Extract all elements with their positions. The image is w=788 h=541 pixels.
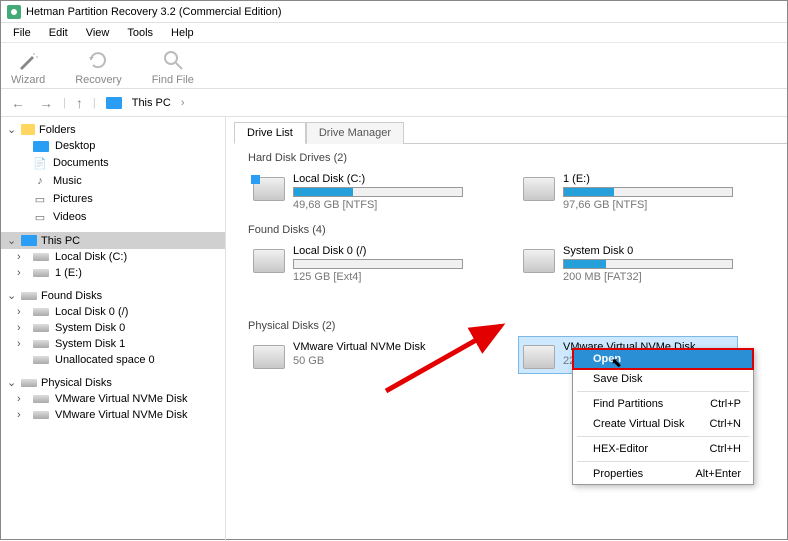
- sidebar-item-documents[interactable]: 📄Documents: [1, 154, 225, 172]
- sidebar-item-videos[interactable]: ▭Videos: [1, 208, 225, 226]
- thispc-header[interactable]: ⌄This PC: [1, 232, 225, 249]
- disk-icon: [33, 253, 49, 261]
- pc-icon: [21, 235, 37, 246]
- menu-help[interactable]: Help: [163, 25, 202, 41]
- sidebar-item-music[interactable]: ♪Music: [1, 172, 225, 190]
- menu-file[interactable]: File: [5, 25, 39, 41]
- desktop-icon: [33, 141, 49, 152]
- back-button[interactable]: ←: [7, 95, 29, 111]
- section-found-title: Found Disks (4): [248, 224, 787, 236]
- disk-icon: [33, 411, 49, 419]
- app-icon: [7, 5, 21, 19]
- sidebar-item-found-3[interactable]: Unallocated space 0: [1, 352, 225, 368]
- physicaldisks-header[interactable]: ⌄Physical Disks: [1, 374, 225, 391]
- wizard-button[interactable]: Wizard: [11, 48, 45, 86]
- folders-header[interactable]: ⌄Folders: [1, 121, 225, 138]
- sidebar: ⌄Folders Desktop 📄Documents ♪Music ▭Pict…: [1, 117, 226, 541]
- menu-tools[interactable]: Tools: [119, 25, 161, 41]
- findfile-button[interactable]: Find File: [152, 48, 194, 86]
- navbar: ← → | ↑ | This PC ›: [1, 89, 787, 117]
- disk-icon: [21, 379, 37, 387]
- drive-icon: [253, 177, 285, 201]
- disk-icon: [33, 395, 49, 403]
- founddisks-header[interactable]: ⌄Found Disks: [1, 287, 225, 304]
- forward-button[interactable]: →: [35, 95, 57, 111]
- pc-icon: [106, 97, 122, 109]
- drive-icon: [253, 345, 285, 369]
- wizard-label: Wizard: [11, 74, 45, 86]
- toolbar: Wizard Recovery Find File: [1, 43, 787, 89]
- videos-icon: ▭: [33, 210, 47, 224]
- sidebar-item-phys-1[interactable]: ›VMware Virtual NVMe Disk: [1, 407, 225, 423]
- up-button[interactable]: ↑: [72, 95, 87, 111]
- sidebar-item-found-1[interactable]: ›System Disk 0: [1, 320, 225, 336]
- menubar: File Edit View Tools Help: [1, 23, 787, 43]
- section-hdd-title: Hard Disk Drives (2): [248, 152, 787, 164]
- menu-view[interactable]: View: [78, 25, 118, 41]
- tab-drive-manager[interactable]: Drive Manager: [306, 122, 404, 144]
- ctx-properties[interactable]: PropertiesAlt+Enter: [573, 464, 753, 484]
- recovery-label: Recovery: [75, 74, 121, 86]
- sidebar-item-disk-e[interactable]: ›1 (E:): [1, 265, 225, 281]
- ctx-open[interactable]: Open: [573, 349, 753, 369]
- drive-icon: [523, 345, 555, 369]
- disk-icon: [33, 324, 49, 332]
- recovery-button[interactable]: Recovery: [75, 48, 121, 86]
- wand-icon: [17, 48, 39, 72]
- breadcrumb-location[interactable]: This PC: [132, 97, 171, 109]
- breadcrumb-sep: ›: [181, 97, 185, 109]
- sidebar-item-localdisk-c[interactable]: ›Local Disk (C:): [1, 249, 225, 265]
- ctx-create-virtual-disk[interactable]: Create Virtual DiskCtrl+N: [573, 414, 753, 434]
- annotation-arrow: [381, 311, 521, 401]
- documents-icon: 📄: [33, 156, 47, 170]
- sidebar-item-phys-0[interactable]: ›VMware Virtual NVMe Disk: [1, 391, 225, 407]
- drive-found-1[interactable]: System Disk 0 200 MB [FAT32]: [518, 240, 738, 312]
- drive-icon: [253, 249, 285, 273]
- search-icon: [162, 48, 184, 72]
- titlebar: Hetman Partition Recovery 3.2 (Commercia…: [1, 1, 787, 23]
- folder-icon: [21, 124, 35, 135]
- recovery-icon: [87, 48, 109, 72]
- sidebar-item-pictures[interactable]: ▭Pictures: [1, 190, 225, 208]
- findfile-label: Find File: [152, 74, 194, 86]
- tab-drive-list[interactable]: Drive List: [234, 122, 306, 144]
- drive-icon: [523, 177, 555, 201]
- context-menu: Open Save Disk Find PartitionsCtrl+P Cre…: [572, 348, 754, 485]
- disk-icon: [33, 269, 49, 277]
- disk-icon: [21, 292, 37, 300]
- menu-edit[interactable]: Edit: [41, 25, 76, 41]
- window-title: Hetman Partition Recovery 3.2 (Commercia…: [26, 6, 282, 18]
- drive-e[interactable]: 1 (E:) 97,66 GB [NTFS]: [518, 168, 738, 216]
- drive-icon: [523, 249, 555, 273]
- disk-icon: [33, 356, 49, 364]
- cursor-icon: ⬉: [611, 355, 622, 371]
- usage-bar: [293, 187, 463, 197]
- ctx-hex-editor[interactable]: HEX-EditorCtrl+H: [573, 439, 753, 459]
- drive-local-c[interactable]: Local Disk (C:) 49,68 GB [NTFS]: [248, 168, 468, 216]
- usage-bar: [293, 259, 463, 269]
- ctx-find-partitions[interactable]: Find PartitionsCtrl+P: [573, 394, 753, 414]
- disk-icon: [33, 340, 49, 348]
- music-icon: ♪: [33, 174, 47, 188]
- drive-found-0[interactable]: Local Disk 0 (/) 125 GB [Ext4]: [248, 240, 468, 312]
- tabs: Drive List Drive Manager: [234, 121, 787, 144]
- pictures-icon: ▭: [33, 192, 47, 206]
- sidebar-item-found-0[interactable]: ›Local Disk 0 (/): [1, 304, 225, 320]
- disk-icon: [33, 308, 49, 316]
- sidebar-item-found-2[interactable]: ›System Disk 1: [1, 336, 225, 352]
- ctx-save-disk[interactable]: Save Disk: [573, 369, 753, 389]
- usage-bar: [563, 187, 733, 197]
- usage-bar: [563, 259, 733, 269]
- sidebar-item-desktop[interactable]: Desktop: [1, 138, 225, 154]
